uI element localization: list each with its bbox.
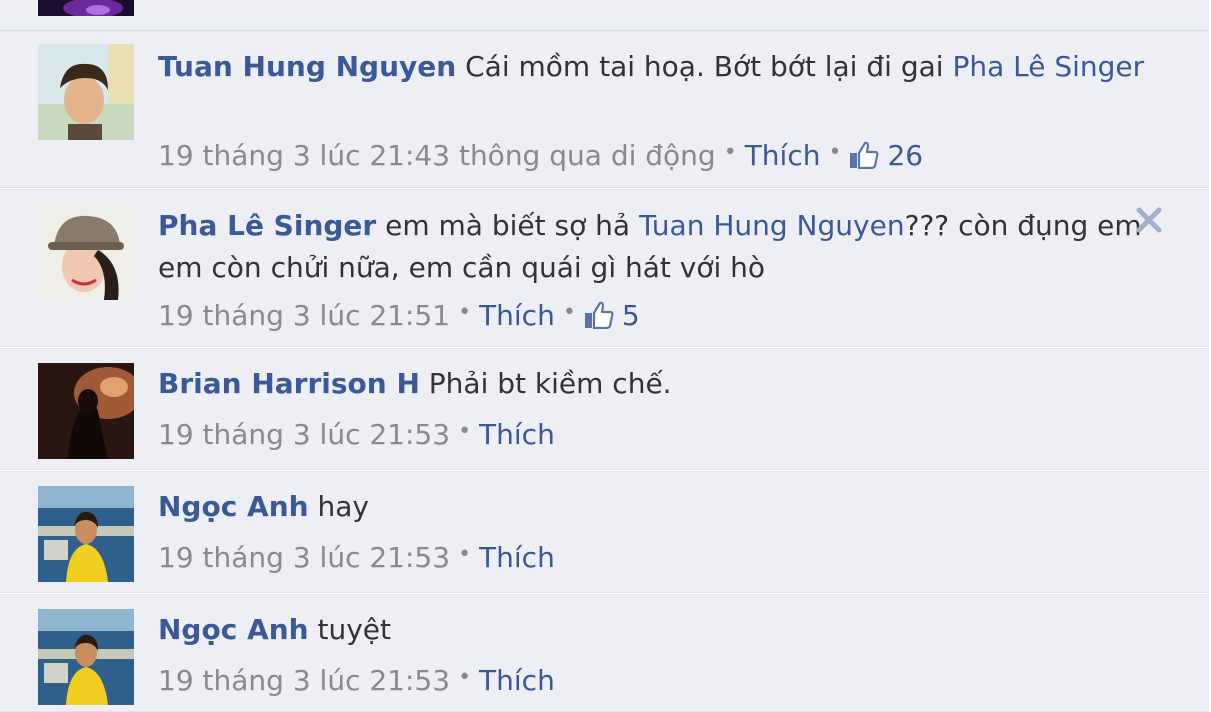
like-link[interactable]: Thích — [479, 664, 555, 697]
comment-body: Brian Harrison H Phải bt kiềm chế. — [158, 363, 1149, 405]
comment-body: Ngọc Anh tuyệt — [158, 609, 1149, 651]
comment-partial — [0, 0, 1209, 31]
separator: • — [723, 140, 737, 165]
comment-text: Phải bt kiềm chế. — [419, 367, 672, 400]
avatar[interactable] — [38, 486, 134, 582]
avatar[interactable] — [38, 44, 134, 140]
comment-body: Ngọc Anh hay — [158, 486, 1149, 528]
comment-timestamp[interactable]: 19 tháng 3 lúc 21:53 — [158, 541, 450, 574]
like-link[interactable]: Thích — [479, 299, 555, 332]
separator: • — [458, 419, 472, 444]
thumbs-up-icon[interactable] — [584, 301, 614, 329]
avatar[interactable] — [38, 204, 134, 300]
comment-text: em mà biết sợ hả — [376, 209, 639, 242]
comment-text: hay — [308, 490, 369, 523]
comment-timestamp[interactable]: 19 tháng 3 lúc 21:43 thông qua di động — [158, 139, 716, 172]
separator: • — [458, 542, 472, 567]
comment-author[interactable]: Ngọc Anh — [158, 613, 309, 646]
comment-meta: 19 tháng 3 lúc 21:53 • Thích — [158, 661, 555, 704]
comment-meta: 19 tháng 3 lúc 21:53 • Thích — [158, 538, 555, 581]
comment-author[interactable]: Tuan Hung Nguyen — [158, 50, 456, 83]
mention-link[interactable]: Tuan Hung Nguyen — [639, 209, 905, 242]
comment-text: tuyệt — [308, 613, 392, 646]
like-count[interactable]: 5 — [622, 299, 640, 332]
comment-meta: 19 tháng 3 lúc 21:43 thông qua di động • T… — [158, 136, 923, 179]
mention-link[interactable]: Pha Lê Singer — [952, 50, 1144, 83]
avatar[interactable] — [38, 609, 134, 705]
comment-timestamp[interactable]: 19 tháng 3 lúc 21:51 — [158, 299, 450, 332]
like-link[interactable]: Thích — [479, 541, 555, 574]
avatar[interactable] — [38, 0, 134, 16]
comment-thread: Tuan Hung Nguyen Cái mồm tai hoạ. Bớt bớ… — [0, 0, 1211, 712]
comment-timestamp[interactable]: 19 tháng 3 lúc 21:53 — [158, 418, 450, 451]
comment-meta: 19 tháng 3 lúc 21:53 • Thích — [158, 415, 555, 458]
separator: • — [458, 300, 472, 325]
comment-item: Tuan Hung Nguyen Cái mồm tai hoạ. Bớt bớ… — [0, 31, 1209, 188]
separator: • — [562, 300, 576, 325]
comment-item: Brian Harrison H Phải bt kiềm chế. 19 th… — [0, 348, 1209, 470]
comment-item: Pha Lê Singer em mà biết sợ hả Tuan Hung… — [0, 189, 1209, 347]
comment-text: Cái mồm tai hoạ. Bớt bớt lại đi gai — [456, 50, 953, 83]
separator: • — [458, 665, 472, 690]
comment-body: Tuan Hung Nguyen Cái mồm tai hoạ. Bớt bớ… — [158, 46, 1149, 88]
comment-body: Pha Lê Singer em mà biết sợ hả Tuan Hung… — [158, 205, 1149, 289]
comment-author[interactable]: Pha Lê Singer — [158, 209, 376, 242]
comment-timestamp[interactable]: 19 tháng 3 lúc 21:53 — [158, 664, 450, 697]
avatar[interactable] — [38, 363, 134, 459]
like-count[interactable]: 26 — [887, 139, 923, 172]
comment-item: Ngọc Anh tuyệt 19 tháng 3 lúc 21:53 • Thíc… — [0, 594, 1209, 712]
close-icon[interactable] — [1135, 206, 1163, 234]
like-link[interactable]: Thích — [479, 418, 555, 451]
comment-item: Ngọc Anh hay 19 tháng 3 lúc 21:53 • Thích — [0, 471, 1209, 593]
separator: • — [828, 140, 842, 165]
comment-author[interactable]: Brian Harrison H — [158, 367, 420, 400]
comment-author[interactable]: Ngọc Anh — [158, 490, 309, 523]
comment-meta: 19 tháng 3 lúc 21:51 • Thích • 5 — [158, 296, 640, 339]
like-link[interactable]: Thích — [745, 139, 821, 172]
thumbs-up-icon[interactable] — [849, 141, 879, 169]
